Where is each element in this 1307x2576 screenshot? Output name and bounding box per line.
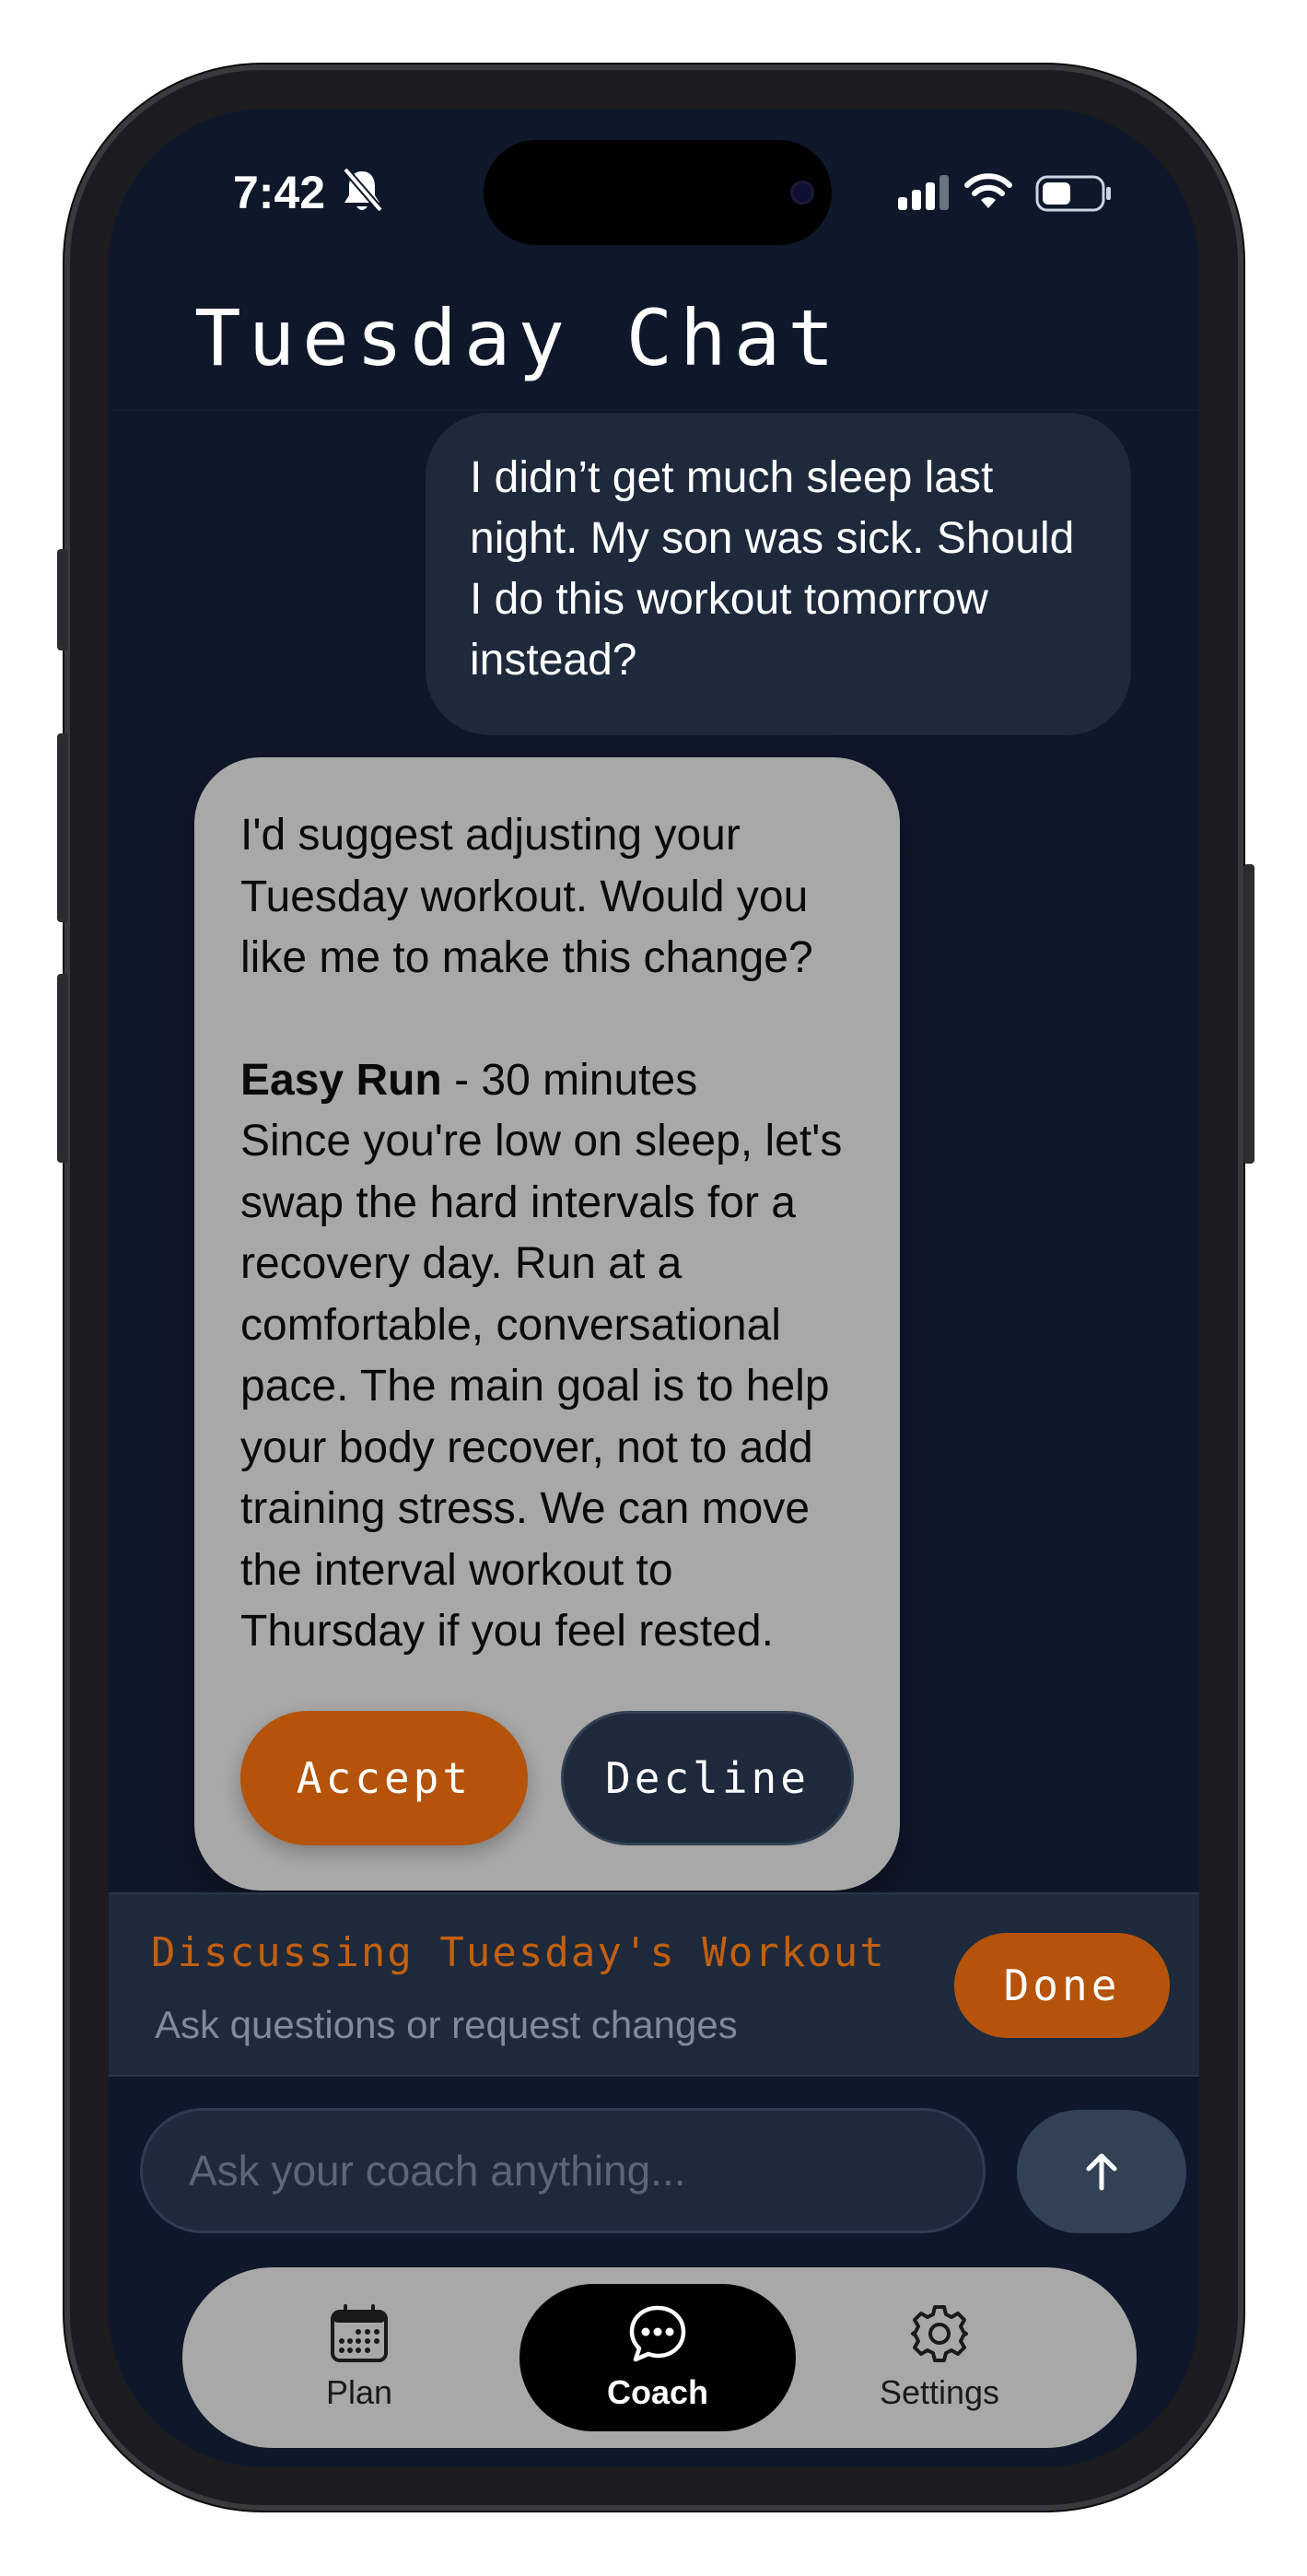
context-banner-subtitle: Ask questions or request changes: [155, 2003, 738, 2046]
arrow-up-icon: [1086, 2153, 1117, 2191]
tab-settings-label: Settings: [879, 2373, 1000, 2411]
page-title: Tuesday Chat: [194, 293, 842, 383]
phone-volume-up-button: [57, 733, 68, 922]
calendar-icon: [331, 2304, 388, 2362]
user-message-bubble: I didn’t get much sleep last night. My s…: [426, 413, 1131, 735]
decline-button[interactable]: Decline: [561, 1711, 854, 1845]
send-button[interactable]: [1017, 2110, 1186, 2233]
coach-message-intro: I'd suggest adjusting your Tuesday worko…: [240, 811, 813, 982]
tab-plan[interactable]: Plan: [221, 2284, 497, 2431]
tab-settings[interactable]: Settings: [801, 2284, 1078, 2431]
status-time: 7:42: [233, 167, 326, 218]
tab-plan-label: Plan: [325, 2373, 393, 2411]
done-button[interactable]: Done: [954, 1933, 1170, 2038]
workout-duration: - 30 minutes: [441, 1055, 698, 1105]
tab-bar: Plan Coach Settings: [182, 2267, 1137, 2448]
phone-power-button: [1243, 864, 1254, 1164]
accept-button[interactable]: Accept: [240, 1711, 528, 1845]
wifi-icon: [964, 173, 1012, 208]
tab-coach-label: Coach: [606, 2373, 709, 2411]
context-banner-title: Discussing Tuesday's Workout: [151, 1929, 886, 1976]
gear-icon: [911, 2305, 968, 2362]
battery-icon: [1035, 175, 1111, 212]
app-screen: 7:42 Tuesday Chat I didn’t get much slee…: [109, 109, 1199, 2467]
context-banner: Discussing Tuesday's Workout Ask questio…: [109, 1892, 1199, 2077]
user-message-text: I didn’t get much sleep last night. My s…: [470, 453, 1075, 685]
phone-volume-down-button: [57, 974, 68, 1163]
coach-message-bubble: I'd suggest adjusting your Tuesday worko…: [194, 757, 900, 1891]
workout-details: Since you're low on sleep, let's swap th…: [240, 1117, 843, 1656]
message-input[interactable]: [140, 2108, 986, 2233]
chat-bubble-icon: [629, 2305, 686, 2362]
workout-name: Easy Run: [240, 1055, 442, 1105]
workout-summary: Easy Run - 30 minutes: [240, 1050, 854, 1112]
front-camera: [790, 181, 814, 205]
tab-coach[interactable]: Coach: [519, 2284, 796, 2431]
dynamic-island: [484, 140, 832, 245]
header-divider: [109, 409, 1199, 411]
cellular-signal-icon: [898, 175, 949, 210]
phone-silent-switch: [57, 549, 68, 650]
bell-muted-icon: [342, 167, 383, 213]
